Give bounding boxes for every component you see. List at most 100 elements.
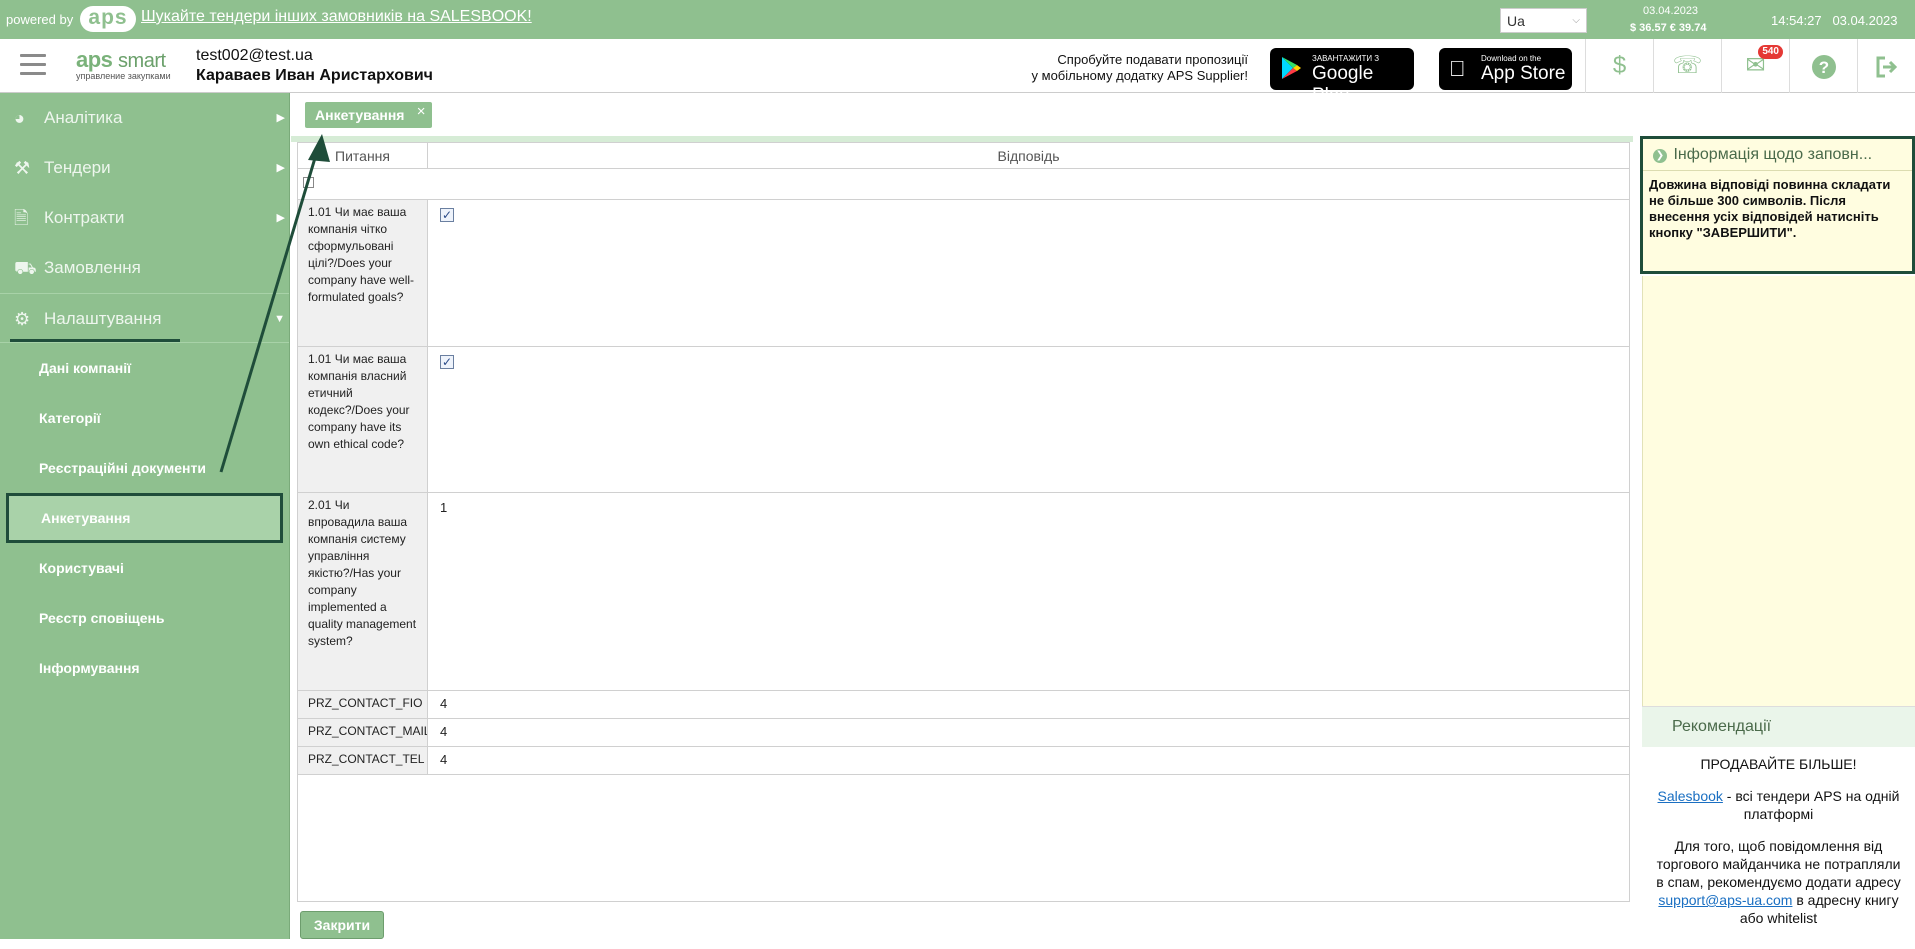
- tab-questionnaire[interactable]: Анкетування ×: [305, 99, 433, 128]
- logo-main: aps: [76, 47, 113, 72]
- language-value: Ua: [1507, 13, 1525, 29]
- aps-smart-logo[interactable]: aps smart управление закупками: [76, 47, 171, 81]
- app-store-button[interactable]:  Download on the App Store: [1439, 48, 1572, 90]
- sidebar-subitem-notification-registry[interactable]: Реєстр сповіщень: [0, 593, 289, 643]
- document-icon: 🗎: [14, 208, 29, 228]
- caret-right-icon: ▶: [276, 212, 285, 224]
- answer-cell[interactable]: 4: [428, 691, 1629, 718]
- reco-spam: Для того, щоб повідомлення від торгового…: [1652, 837, 1905, 927]
- answer-cell[interactable]: ✓: [428, 200, 1629, 346]
- grid-wrapper: Питання Відповідь 1.01 Чи має ваша компа…: [291, 136, 1633, 906]
- annotation-underline: [10, 339, 180, 342]
- close-button[interactable]: Закрити: [300, 911, 384, 939]
- caret-right-icon: ▶: [276, 162, 285, 174]
- google-play-icon: [1280, 56, 1302, 86]
- clock-date: 03.04.2023: [1832, 13, 1898, 28]
- sidebar-item-label: Налаштування: [44, 309, 162, 328]
- sidebar-item-contracts[interactable]: 🗎 Контракти ▶: [0, 193, 289, 243]
- grid-header: Питання Відповідь: [298, 143, 1629, 169]
- right-panel: ❯ Інформація щодо заповн... Довжина відп…: [1638, 136, 1915, 939]
- sidebar-item-label: Аналітика: [44, 108, 123, 127]
- close-icon[interactable]: ×: [417, 99, 426, 125]
- mail-badge: 540: [1758, 45, 1783, 59]
- answer-cell[interactable]: 4: [428, 719, 1629, 746]
- aps-logo[interactable]: aps: [80, 6, 136, 32]
- powered-by-label: powered by: [6, 12, 74, 27]
- caret-right-icon: ▶: [276, 112, 285, 124]
- spam-text-1: Для того, щоб повідомлення від торгового…: [1656, 838, 1901, 890]
- user-name: Караваев Иван Аристархович: [196, 67, 433, 84]
- google-play-small-text: ЗАВАНТАЖИТИ З: [1312, 54, 1380, 63]
- question-cell: 1.01 Чи має ваша компанія власний етични…: [298, 347, 428, 492]
- sidebar-subitem-company-data[interactable]: Дані компанії: [0, 343, 289, 393]
- table-row: 2.01 Чи впровадила ваша компанія систему…: [298, 493, 1629, 691]
- sidebar-item-label: Замовлення: [44, 258, 141, 277]
- google-play-button[interactable]: ЗАВАНТАЖИТИ З Google Play: [1270, 48, 1414, 106]
- sidebar-subitem-registration-docs[interactable]: Реєстраційні документи: [0, 443, 289, 493]
- salesbook-text: - всі тендери APS на одній платформі: [1722, 788, 1900, 822]
- header: aps smart управление закупками test002@t…: [0, 39, 1915, 106]
- sidebar-subitem-questionnaire[interactable]: Анкетування: [6, 493, 283, 543]
- sidebar-subitem-categories[interactable]: Категорії: [0, 393, 289, 443]
- table-row: PRZ_CONTACT_MAIL 4: [298, 719, 1629, 747]
- recommendations-title: Рекомендації: [1642, 707, 1915, 747]
- clock-time: 14:54:27: [1771, 13, 1822, 28]
- sidebar-item-tenders[interactable]: ⚒ Тендери ▶: [0, 143, 289, 193]
- logo-tagline: управление закупками: [76, 71, 171, 81]
- answer-cell[interactable]: ✓: [428, 347, 1629, 492]
- sidebar-item-settings[interactable]: ⚙ Налаштування ▼: [0, 293, 289, 343]
- question-cell: PRZ_CONTACT_TEL: [298, 747, 428, 774]
- sidebar-item-orders[interactable]: ⛟ Замовлення: [0, 243, 289, 293]
- top-bar: powered by aps Шукайте тендери інших зам…: [0, 0, 1915, 39]
- hamburger-menu-icon[interactable]: [20, 54, 46, 76]
- mobile-promo-line2: у мобільному додатку APS Supplier!: [1031, 68, 1248, 83]
- truck-icon: ⛟: [14, 258, 37, 278]
- sidebar-item-label: Контракти: [44, 208, 125, 227]
- question-cell: 1.01 Чи має ваша компанія чітко сформуль…: [298, 200, 428, 346]
- table-row: 1.01 Чи має ваша компанія чітко сформуль…: [298, 200, 1629, 347]
- rates-date: 03.04.2023: [1643, 5, 1699, 17]
- help-icon[interactable]: ?: [1789, 39, 1857, 93]
- table-row: PRZ_CONTACT_FIO 4: [298, 691, 1629, 719]
- dollar-icon[interactable]: $: [1585, 39, 1653, 93]
- answer-checkbox[interactable]: ✓: [440, 208, 454, 222]
- column-header-question[interactable]: Питання: [298, 143, 428, 168]
- phone-icon[interactable]: ☏: [1653, 39, 1721, 93]
- filter-checkbox[interactable]: [303, 177, 314, 188]
- column-header-answer[interactable]: Відповідь: [428, 143, 1629, 168]
- salesbook-link[interactable]: Salesbook: [1658, 788, 1723, 804]
- table-row: 1.01 Чи має ваша компанія власний етични…: [298, 347, 1629, 493]
- table-row: PRZ_CONTACT_TEL 4: [298, 747, 1629, 775]
- reco-salesbook: Salesbook - всі тендери APS на одній пла…: [1652, 787, 1905, 823]
- user-email: test002@test.ua: [196, 47, 313, 64]
- answer-cell[interactable]: 4: [428, 747, 1629, 774]
- question-cell: 2.01 Чи впровадила ваша компанія систему…: [298, 493, 428, 690]
- support-email-link[interactable]: support@aps-ua.com: [1658, 892, 1792, 908]
- sidebar-item-label: Тендери: [44, 158, 111, 177]
- answer-cell[interactable]: 1: [428, 493, 1629, 690]
- info-box-title[interactable]: ❯ Інформація щодо заповн...: [1643, 139, 1912, 171]
- gavel-icon: ⚒: [14, 158, 31, 178]
- sidebar-subitem-users[interactable]: Користувачі: [0, 543, 289, 593]
- pie-chart-icon: ◕: [14, 108, 25, 128]
- question-cell: PRZ_CONTACT_MAIL: [298, 719, 428, 746]
- caret-down-icon: ▼: [274, 313, 285, 325]
- recommendations-body: ПРОДАВАЙТЕ БІЛЬШЕ! Salesbook - всі тенде…: [1642, 747, 1915, 949]
- gears-icon: ⚙: [14, 309, 31, 329]
- salesbook-promo-link[interactable]: Шукайте тендери інших замовників на SALE…: [141, 8, 532, 26]
- sidebar-item-analytics[interactable]: ◕ Аналітика ▶: [0, 93, 289, 143]
- main-content: Анкетування × Питання Відповідь 1.01 Чи …: [291, 93, 1633, 939]
- mobile-promo-line1: Спробуйте подавати пропозиції: [1057, 52, 1248, 67]
- logout-icon[interactable]: [1857, 39, 1915, 93]
- logo-sub: smart: [118, 50, 166, 72]
- recommendations-panel: Рекомендації ПРОДАВАЙТЕ БІЛЬШЕ! Salesboo…: [1642, 706, 1915, 939]
- mail-icon[interactable]: ✉ 540: [1721, 39, 1789, 93]
- questionnaire-grid: Питання Відповідь 1.01 Чи має ваша компа…: [297, 142, 1630, 902]
- info-title-text: Інформація щодо заповн...: [1673, 146, 1873, 163]
- answer-checkbox[interactable]: ✓: [440, 355, 454, 369]
- question-cell: PRZ_CONTACT_FIO: [298, 691, 428, 718]
- language-select[interactable]: Ua ⌵: [1500, 8, 1587, 33]
- currency-rates: $ 36.57 € 39.74: [1630, 22, 1707, 34]
- sidebar-subitem-informing[interactable]: Інформування: [0, 643, 289, 693]
- sidebar: ◕ Аналітика ▶ ⚒ Тендери ▶ 🗎 Контракти ▶ …: [0, 93, 290, 939]
